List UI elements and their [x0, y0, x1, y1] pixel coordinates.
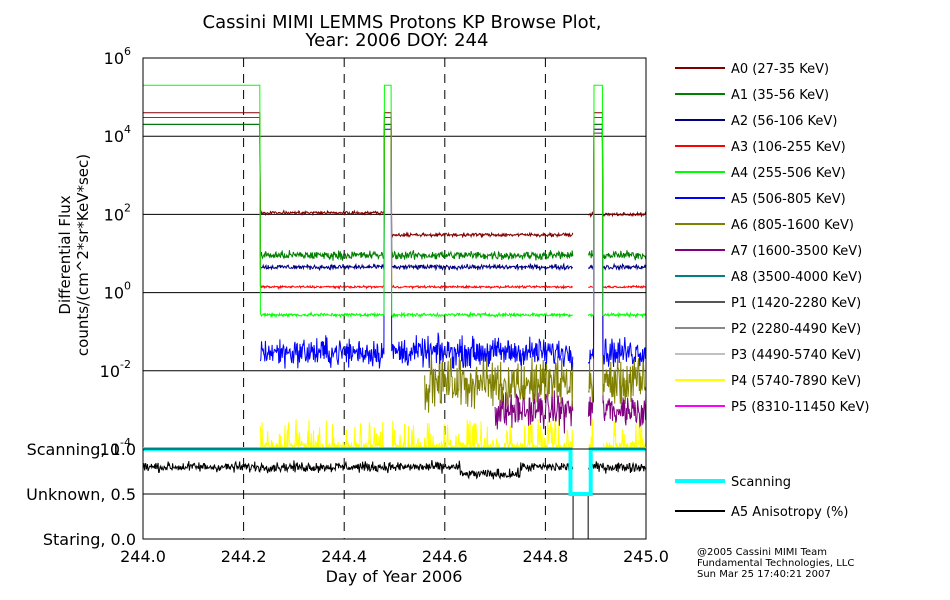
- legend-label-9: P1 (1420-2280 KeV): [731, 296, 861, 311]
- mode-y-tick-label-1: Unknown, 0.5: [26, 485, 136, 504]
- flux-y-ticks: 10-410-2100102104106: [100, 45, 131, 459]
- flux-series-group: [143, 84, 647, 450]
- legend-label-4: A4 (255-506 KeV): [731, 166, 846, 181]
- legend-label-2: A2 (56-106 KeV): [731, 114, 837, 129]
- flux-series-a2: [143, 123, 647, 272]
- mode-y-ticks: Scanning, 1.0Unknown, 0.5Staring, 0.0: [26, 440, 136, 549]
- legend-label-1: A1 (35-56 KeV): [731, 88, 829, 103]
- x-axis-label: Day of Year 2006: [326, 567, 463, 586]
- flux-y-tick-label-2: 100: [104, 280, 131, 303]
- x-tick-label-0: 244.0: [120, 547, 166, 566]
- flux-y-label-line2: counts/(cm^2*sr*KeV*sec): [74, 154, 92, 356]
- legend: A0 (27-35 KeV) A1 (35-56 KeV) A2 (56-106 K…: [675, 62, 869, 520]
- x-ticks: 244.0 244.2 244.4 244.6 244.8 245.0: [120, 547, 669, 566]
- legend-mode-label-1: A5 Anisotropy (%): [731, 505, 848, 520]
- flux-y-tick-label-5: 106: [104, 45, 131, 68]
- flux-series-p4: [259, 417, 647, 450]
- plot-title-line2: Year: 2006 DOY: 244: [305, 30, 489, 51]
- legend-label-7: A7 (1600-3500 KeV): [731, 244, 862, 259]
- legend-label-6: A6 (805-1600 KeV): [731, 218, 854, 233]
- legend-label-8: A8 (3500-4000 KeV): [731, 270, 862, 285]
- flux-series-a4: [143, 84, 647, 319]
- flux-y-tick-label-3: 102: [104, 201, 131, 224]
- credit-line-1: @2005 Cassini MIMI Team: [697, 547, 827, 558]
- flux-series-a6: [424, 128, 647, 413]
- legend-mode-label-0: Scanning: [731, 475, 791, 490]
- mode-y-tick-label-0: Scanning, 1.0: [27, 440, 136, 459]
- flux-y-tick-label-1: 10-2: [100, 358, 131, 381]
- flux-series-a5: [259, 128, 647, 371]
- credit-line-3: Sun Mar 25 17:40:21 2007: [697, 569, 831, 580]
- x-tick-label-5: 245.0: [623, 547, 669, 566]
- x-tick-label-3: 244.6: [422, 547, 468, 566]
- credit-line-2: Fundamental Technologies, LLC: [697, 558, 854, 569]
- x-tick-label-4: 244.8: [522, 547, 568, 566]
- legend-label-12: P4 (5740-7890 KeV): [731, 374, 861, 389]
- flux-series-a3: [143, 117, 646, 290]
- flux-y-label-line1: Differential Flux: [56, 195, 74, 314]
- x-tick-label-2: 244.4: [321, 547, 367, 566]
- mode-panel: Scanning, 1.0Unknown, 0.5Staring, 0.0 24…: [26, 440, 669, 586]
- legend-label-10: P2 (2280-4490 KeV): [731, 322, 861, 337]
- legend-label-0: A0 (27-35 KeV): [731, 62, 829, 77]
- legend-label-13: P5 (8310-11450 KeV): [731, 400, 869, 415]
- legend-label-11: P3 (4490-5740 KeV): [731, 348, 861, 363]
- mode-series-scanning: [143, 447, 646, 496]
- flux-series-a0: [143, 112, 647, 239]
- legend-label-5: A5 (506-805 KeV): [731, 192, 846, 207]
- legend-label-3: A3 (106-255 KeV): [731, 140, 846, 155]
- x-tick-label-1: 244.2: [221, 547, 267, 566]
- flux-series-a1: [143, 123, 647, 261]
- flux-y-tick-label-4: 104: [104, 123, 131, 146]
- browse-plot: Cassini MIMI LEMMS Protons KP Browse Plo…: [26, 12, 869, 586]
- credits: @2005 Cassini MIMI Team Fundamental Tech…: [697, 547, 854, 580]
